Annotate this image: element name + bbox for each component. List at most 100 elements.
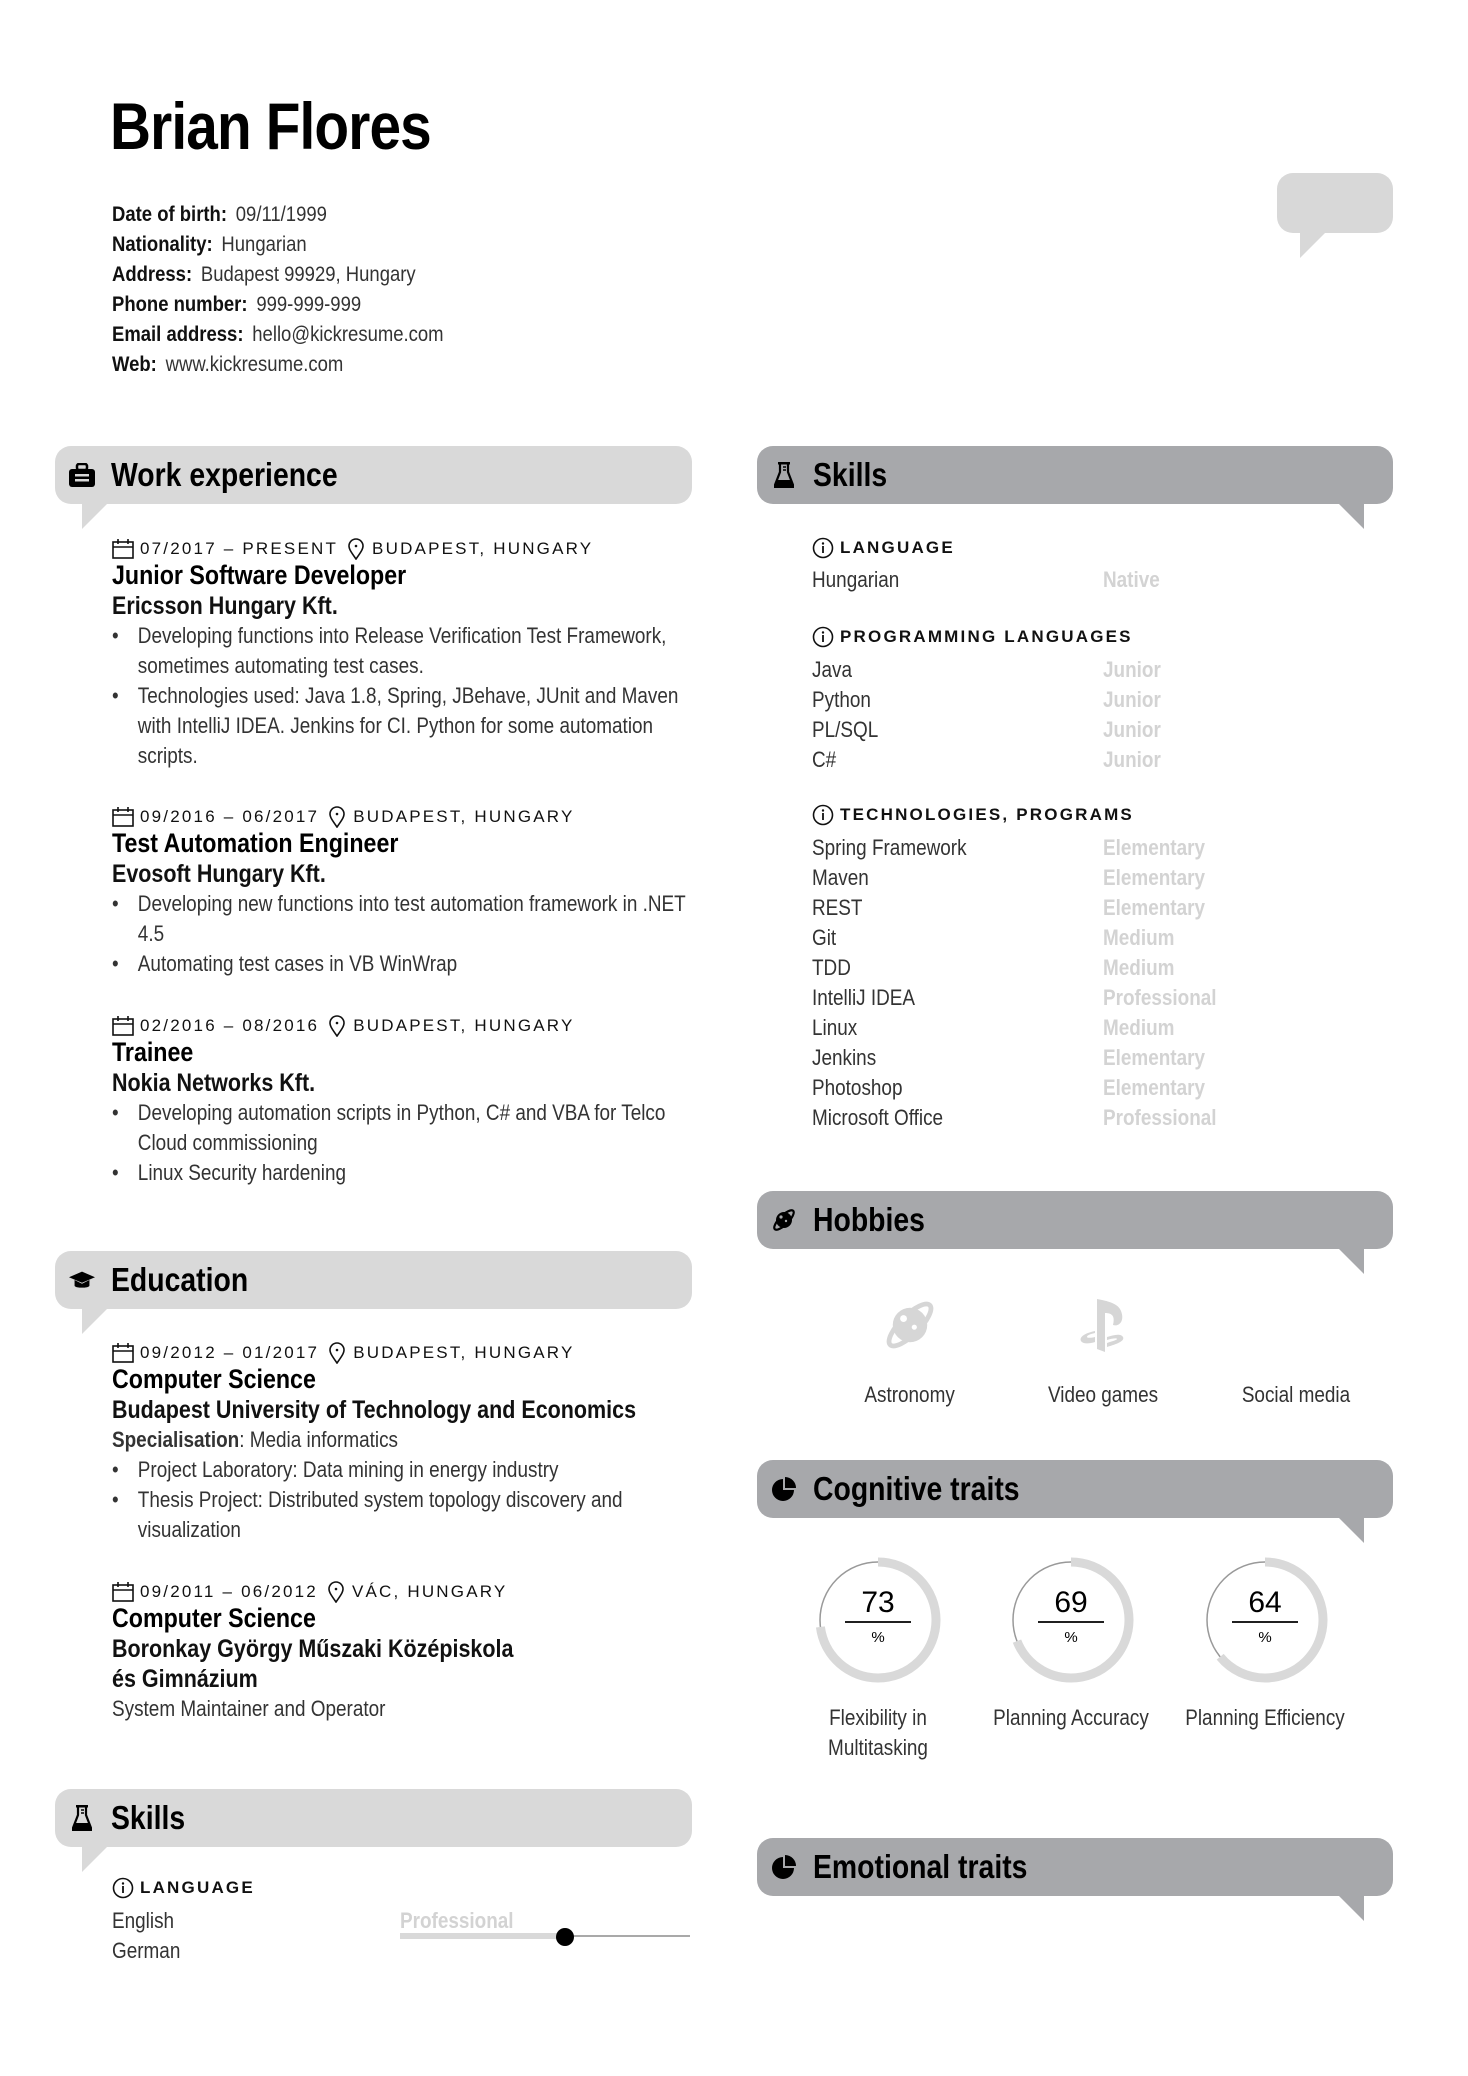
info-value: 09/11/1999 [235,203,327,226]
entry-meta: 07/2017 – PRESENT BUDAPEST, HUNGARY [112,538,697,560]
info-label: Web: [112,353,157,376]
location-pin-icon [329,1015,346,1037]
section-header-skills-left: Skills [55,1789,692,1847]
skill-row: Photoshop Elementary [812,1073,1392,1103]
calendar-icon [112,807,134,827]
bullet-item: Automating test cases in VB WinWrap [112,949,714,979]
gauge-unit: % [1064,1629,1077,1646]
planet-icon [771,1207,797,1233]
bullet-item: Linux Security hardening [112,1158,714,1188]
section-title: Work experience [111,456,338,493]
skill-row: Microsoft Office Professional [812,1103,1392,1133]
info-value: Budapest 99929, Hungary [200,263,416,286]
header-tail [82,503,108,529]
info-icon [812,537,834,559]
skill-level: Elementary [1103,895,1206,920]
entry-meta: 09/2016 – 06/2017 BUDAPEST, HUNGARY [112,806,697,828]
entry-description: System Maintainer and Operator [112,1696,386,1721]
company-name: Ericsson Hungary Kft. [112,592,338,620]
skill-name: English [112,1908,175,1933]
bullet-item: Thesis Project: Distributed system topol… [112,1485,714,1545]
web-link[interactable]: www.kickresume.com [166,353,344,376]
skill-name: Git [812,925,837,950]
gauge-value: 69 [1054,1586,1087,1619]
info-value: 999-999-999 [256,293,362,316]
header-tail [82,1308,108,1334]
skill-level: Elementary [1103,835,1206,860]
gauge-value: 73 [861,1586,894,1619]
section-header-skills-right: Skills [757,446,1393,504]
pie-chart-icon [771,1476,797,1502]
info-row-dob: Date of birth: 09/11/1999 [112,200,444,230]
bullet-list: Developing functions into Release Verifi… [112,621,697,771]
hobby-label: Astronomy [864,1382,956,1407]
gauge-label: Planning Accuracy [993,1705,1149,1730]
section-title: Hobbies [813,1201,925,1238]
skill-category: PROGRAMMING LANGUAGES [812,626,1133,648]
skill-row: Java Junior [812,655,1392,685]
slider-knob[interactable] [556,1928,575,1946]
skill-row: IntelliJ IDEA Professional [812,983,1392,1013]
skill-level: Elementary [1103,1045,1206,1070]
skill-category-label: LANGUAGE [140,1878,255,1897]
section-header-emotional: Emotional traits [757,1838,1393,1896]
skill-name: Linux [812,1015,858,1040]
location-pin-icon [348,538,364,560]
info-label: Address: [112,263,193,286]
skill-level-slider[interactable] [400,1928,690,1946]
info-icon [812,626,834,648]
header-tail [1338,1895,1364,1921]
info-label: Phone number: [112,293,248,316]
skill-level: Medium [1103,955,1175,980]
skill-name: Hungarian [812,567,900,592]
playstation-icon [1008,1290,1198,1360]
info-row-phone: Phone number: 999-999-999 [112,290,444,320]
info-icon [112,1877,134,1899]
specialisation-value: : Media informatics [239,1427,399,1452]
skill-row: Spring Framework Elementary [812,833,1392,863]
job-title: Junior Software Developer [112,560,407,590]
job-title: Trainee [112,1037,194,1067]
planet-icon [815,1290,1005,1360]
skill-level: Medium [1103,1015,1175,1040]
skill-level: Elementary [1103,865,1206,890]
bullet-list: Project Laboratory: Data mining in energ… [112,1455,697,1545]
info-icon [812,804,834,826]
skill-level: Native [1103,567,1160,592]
flask-icon [69,1805,95,1831]
bullet-list: Developing automation scripts in Python,… [112,1098,697,1188]
calendar-icon [112,1582,134,1602]
skill-category: TECHNOLOGIES, PROGRAMS [812,804,1134,826]
specialisation-label: Specialisation [112,1427,240,1452]
gauge-value: 64 [1248,1586,1281,1619]
skill-name: REST [812,895,863,920]
bullet-list: Developing new functions into test autom… [112,889,697,979]
section-title: Education [111,1261,249,1298]
entry-meta: 09/2012 – 01/2017 BUDAPEST, HUNGARY [112,1342,697,1364]
calendar-icon [112,539,134,559]
skill-row: Git Medium [812,923,1392,953]
email-link[interactable]: hello@kickresume.com [252,323,443,346]
hobby-label: Video games [1047,1382,1159,1407]
skill-row: Maven Elementary [812,863,1392,893]
location-pin-icon [328,1581,344,1603]
entry-meta: 02/2016 – 08/2016 BUDAPEST, HUNGARY [112,1015,697,1037]
entry-dates: 09/2016 – 06/2017 [140,807,320,826]
skill-category: LANGUAGE [112,1877,255,1899]
field-of-study: Computer Science [112,1603,316,1633]
gauge-unit: % [1258,1629,1271,1646]
location-pin-icon [329,1342,346,1364]
entry-location: BUDAPEST, HUNGARY [353,1016,575,1035]
speech-bubble-decoration [1277,173,1393,233]
entry-dates: 02/2016 – 08/2016 [140,1016,320,1035]
entry-dates: 09/2012 – 01/2017 [140,1343,320,1362]
speech-bubble-tail [1300,232,1326,258]
pie-chart-icon [771,1854,797,1880]
skill-name: German [112,1938,181,1963]
section-title: Emotional traits [813,1848,1028,1885]
skill-level: Junior [1103,687,1161,712]
skill-row: PL/SQL Junior [812,715,1392,745]
bullet-item: Project Laboratory: Data mining in energ… [112,1455,714,1485]
skill-level: Medium [1103,925,1175,950]
bullet-item: Technologies used: Java 1.8, Spring, JBe… [112,681,714,771]
